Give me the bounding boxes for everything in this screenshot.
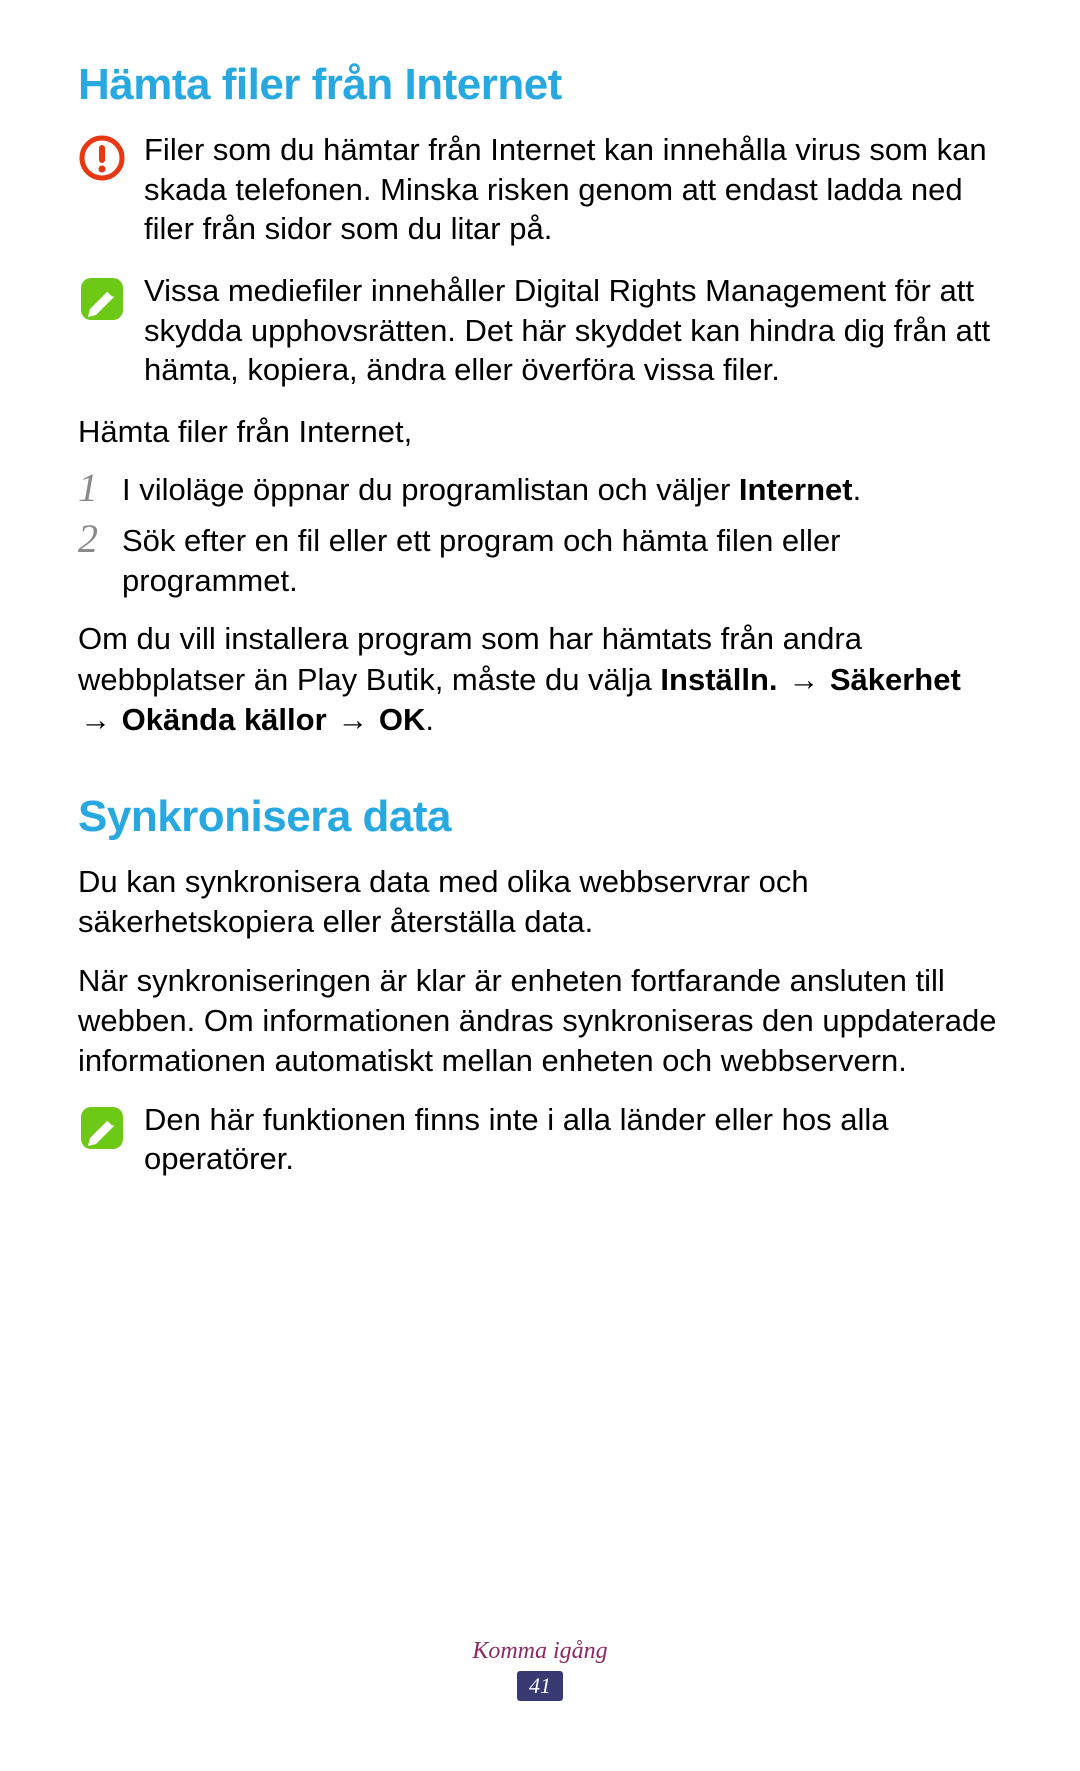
arrow-1: →	[786, 662, 821, 697]
step-1-pre: I viloläge öppnar du programlistan och v…	[122, 472, 739, 507]
install-bold-1: Inställn.	[660, 662, 777, 697]
page-number-badge: 41	[517, 1671, 563, 1701]
note-icon	[78, 275, 126, 323]
warning-icon	[78, 134, 126, 182]
sync-paragraph-1: Du kan synkronisera data med olika webbs…	[78, 862, 1002, 943]
step-2-text: Sök efter en fil eller ett program och h…	[122, 521, 1002, 602]
page-footer: Komma igång 41	[0, 1638, 1080, 1701]
section-heading-download: Hämta filer från Internet	[78, 60, 1002, 110]
document-page: Hämta filer från Internet Filer som du h…	[0, 0, 1080, 1771]
note-callout-availability: Den här funktionen finns inte i alla län…	[78, 1100, 1002, 1179]
note-callout-drm: Vissa mediefiler innehåller Digital Righ…	[78, 271, 1002, 390]
step-number-2: 2	[78, 519, 106, 559]
step-number-1: 1	[78, 468, 106, 508]
sync-paragraph-2: När synkroniseringen är klar är enheten …	[78, 961, 1002, 1082]
step-2: 2 Sök efter en fil eller ett program och…	[78, 521, 1002, 602]
section-heading-sync: Synkronisera data	[78, 792, 1002, 842]
footer-section-label: Komma igång	[0, 1638, 1080, 1665]
step-1-post: .	[853, 472, 862, 507]
step-1-text: I viloläge öppnar du programlistan och v…	[122, 470, 1002, 510]
warning-text: Filer som du hämtar från Internet kan in…	[144, 130, 1002, 249]
note-icon	[78, 1104, 126, 1152]
note-text-drm: Vissa mediefiler innehåller Digital Righ…	[144, 271, 1002, 390]
step-1: 1 I viloläge öppnar du programlistan och…	[78, 470, 1002, 510]
note-text-availability: Den här funktionen finns inte i alla län…	[144, 1100, 1002, 1179]
install-bold-3: Okända källor	[122, 702, 327, 737]
arrow-2: →	[78, 702, 113, 737]
install-bold-2: Säkerhet	[830, 662, 961, 697]
step-1-bold: Internet	[739, 472, 853, 507]
intro-line: Hämta filer från Internet,	[78, 412, 1002, 452]
warning-callout: Filer som du hämtar från Internet kan in…	[78, 130, 1002, 249]
install-bold-4: OK	[379, 702, 426, 737]
install-period: .	[425, 702, 434, 737]
arrow-3: →	[335, 702, 370, 737]
install-instructions: Om du vill installera program som har hä…	[78, 619, 1002, 740]
